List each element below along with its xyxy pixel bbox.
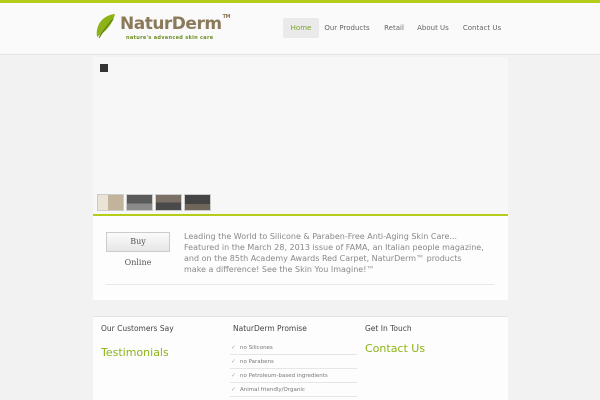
testimonials-link[interactable]: Testimonials xyxy=(101,346,169,359)
leaf-icon xyxy=(96,14,115,39)
online-label: Online xyxy=(124,258,152,267)
contact-heading: Get In Touch xyxy=(365,324,412,333)
slider-thumbnail[interactable] xyxy=(126,194,153,211)
check-icon: ✓ xyxy=(231,358,237,365)
footer-widgets: Our Customers Say Testimonials NaturDerm… xyxy=(93,316,508,400)
customers-heading: Our Customers Say xyxy=(101,324,174,333)
logo-tagline: nature's advanced skin care xyxy=(126,35,214,41)
nav-home[interactable]: Home xyxy=(283,18,319,38)
nav-about-us[interactable]: About Us xyxy=(413,18,453,38)
intro-text: Leading the World to Silicone & Paraben-… xyxy=(184,232,484,274)
nav-our-products[interactable]: Our Products xyxy=(322,18,372,38)
nav-retail[interactable]: Retail xyxy=(380,18,408,38)
list-item: ✓ Animal friendly/Organic xyxy=(230,383,357,397)
promise-heading: NaturDerm Promise xyxy=(233,324,307,333)
list-item: ✓ no Parabens xyxy=(230,355,357,369)
intro-section: Buy Online Leading the World to Silicone… xyxy=(93,214,508,300)
image-slider xyxy=(93,57,508,214)
nav-contact-us[interactable]: Contact Us xyxy=(460,18,504,38)
slider-thumbnail[interactable] xyxy=(155,194,182,211)
list-item: ✓ no Silicones xyxy=(230,341,357,355)
check-icon: ✓ xyxy=(231,344,237,351)
check-icon: ✓ xyxy=(231,386,237,393)
slider-thumbnail[interactable] xyxy=(184,194,211,211)
promise-list: ✓ no Silicones ✓ no Parabens ✓ no Petroleum… xyxy=(230,341,357,397)
check-icon: ✓ xyxy=(231,372,237,379)
list-item: ✓ no Petroleum-based ingredients xyxy=(230,369,357,383)
slider-thumbnail[interactable] xyxy=(97,194,124,211)
logo-wordmark: NaturDermTM xyxy=(120,14,230,34)
divider xyxy=(106,284,494,285)
site-header: NaturDermTM nature's advanced skin care … xyxy=(0,3,600,55)
contact-us-link[interactable]: Contact Us xyxy=(365,342,425,355)
logo[interactable]: NaturDermTM nature's advanced skin care xyxy=(93,11,230,47)
stop-square-icon[interactable] xyxy=(100,64,108,72)
buy-button[interactable]: Buy xyxy=(106,232,170,252)
